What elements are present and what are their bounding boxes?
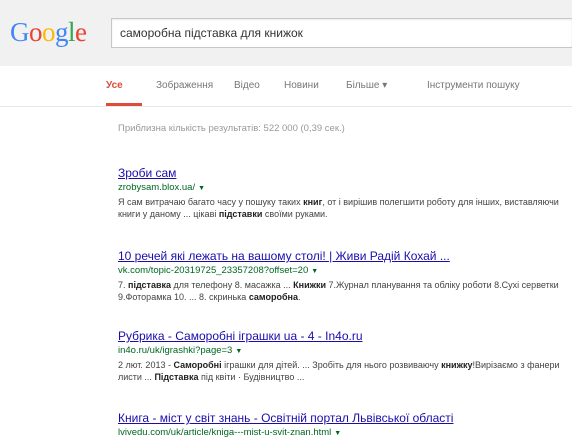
result-url-text: zrobysam.blox.ua/ <box>118 182 196 193</box>
search-result: 10 речей які лежать на вашому столі! | Ж… <box>118 249 568 303</box>
tab-all[interactable]: Усе <box>106 80 123 91</box>
tab-more[interactable]: Більше ▾ <box>346 80 387 91</box>
tab-news[interactable]: Новини <box>284 80 319 91</box>
url-dropdown-icon[interactable]: ▼ <box>235 348 242 355</box>
tab-search-tools[interactable]: Інструменти пошуку <box>427 80 520 91</box>
result-url: in4o.ru/uk/igrashki?page=3 ▼ <box>118 345 568 358</box>
url-dropdown-icon[interactable]: ▼ <box>334 430 341 437</box>
result-title-link[interactable]: Книга - міст у світ знань - Освітній пор… <box>118 411 568 426</box>
active-tab-indicator <box>106 103 142 106</box>
search-result: Книга - міст у світ знань - Освітній пор… <box>118 411 568 440</box>
result-url: vk.com/topic-20319725_23357208?offset=20… <box>118 265 568 278</box>
search-input[interactable] <box>112 19 572 47</box>
result-url-text: lvivedu.com/uk/article/kniga---mist-u-sv… <box>118 427 332 438</box>
url-dropdown-icon[interactable]: ▼ <box>198 185 205 192</box>
result-stats: Приблизна кількість результатів: 522 000… <box>118 123 345 134</box>
result-url-text: in4o.ru/uk/igrashki?page=3 <box>118 345 233 356</box>
search-box[interactable] <box>111 18 572 48</box>
search-tabs: Усе Зображення Відео Новини Більше ▾ Інс… <box>0 66 572 107</box>
search-result: Зроби сам zrobysam.blox.ua/▼ Я сам витра… <box>118 166 568 220</box>
google-logo[interactable]: Google <box>10 17 87 47</box>
result-snippet: 2 лют. 2013 - Саморобні іграшки для діте… <box>118 360 560 382</box>
result-url-text: vk.com/topic-20319725_23357208?offset=20 <box>118 265 309 276</box>
search-result: Рубрика - Саморобні іграшки ua - 4 - In4… <box>118 329 568 383</box>
tab-images[interactable]: Зображення <box>156 80 213 91</box>
tab-video[interactable]: Відео <box>234 80 260 91</box>
result-snippet: 7. підставка для телефону 8. масажка ...… <box>118 280 559 302</box>
result-title-link[interactable]: 10 речей які лежать на вашому столі! | Ж… <box>118 249 568 264</box>
result-snippet: Я сам витрачаю багато часу у пошуку таки… <box>118 197 559 219</box>
result-url: lvivedu.com/uk/article/kniga---mist-u-sv… <box>118 427 568 440</box>
result-url: zrobysam.blox.ua/▼ <box>118 182 568 195</box>
result-title-link[interactable]: Зроби сам <box>118 166 568 181</box>
header-bar: Google <box>0 0 572 67</box>
url-dropdown-icon[interactable]: ▼ <box>311 268 318 275</box>
result-title-link[interactable]: Рубрика - Саморобні іграшки ua - 4 - In4… <box>118 329 568 344</box>
